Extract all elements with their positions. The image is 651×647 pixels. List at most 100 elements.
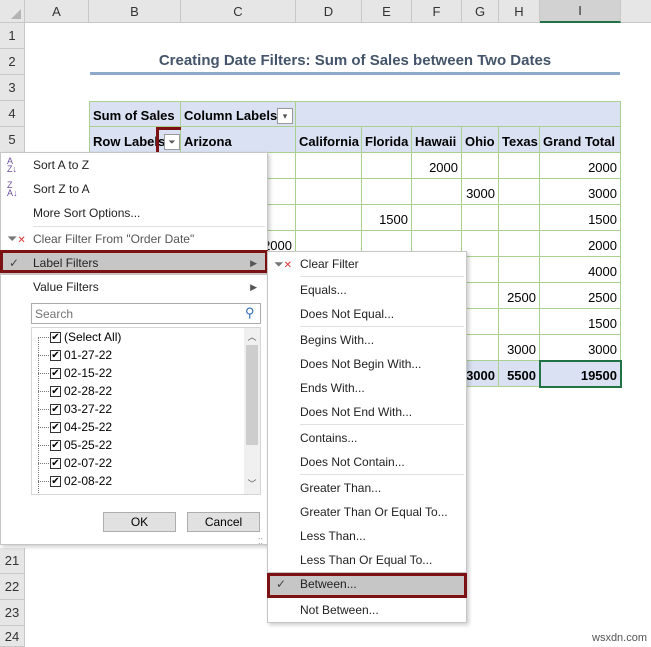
date-list-item[interactable]: ✔ (Select All) [38, 328, 121, 346]
total-row-cell[interactable]: 3000 [462, 361, 499, 387]
date-list-item[interactable]: ✔ 02-07-22 [38, 454, 112, 472]
checkbox-icon[interactable]: ✔ [50, 457, 61, 469]
submenu-item-not-end[interactable]: Does Not End With... [268, 400, 466, 424]
resize-grip-icon[interactable]: ⁚⁚ [258, 537, 263, 546]
row-header-24[interactable]: 24 [0, 626, 25, 647]
pivot-cell[interactable]: 3000 [499, 335, 540, 361]
checkbox-icon[interactable]: ✔ [50, 367, 61, 379]
submenu-item-not-contain[interactable]: Does Not Contain... [268, 450, 466, 474]
pivot-cell[interactable]: 2000 [540, 153, 621, 179]
pivot-cell[interactable] [412, 205, 462, 231]
pivot-cell[interactable]: 1500 [540, 309, 621, 335]
date-list-item[interactable]: ✔ 01-27-22 [38, 346, 112, 364]
pivot-cell[interactable] [462, 153, 499, 179]
pivot-cell[interactable]: 2500 [540, 283, 621, 309]
pivot-cell[interactable] [462, 283, 499, 309]
row-header-23[interactable]: 23 [0, 600, 25, 626]
submenu-item-not-equal[interactable]: Does Not Equal... [268, 302, 466, 326]
date-list-item[interactable]: ✔ 02-08-22 [38, 472, 112, 490]
date-list-item[interactable]: ✔ 02-28-22 [38, 382, 112, 400]
column-header-c[interactable]: C [181, 0, 296, 23]
date-checkbox-list[interactable]: ✔ (Select All) ✔ 01-27-22 ✔ 02-15-22 ✔ 02-28-22… [31, 327, 261, 495]
ok-button[interactable]: OK [103, 512, 176, 532]
submenu-item-equals[interactable]: Equals... [268, 278, 466, 302]
pivot-cell[interactable] [462, 335, 499, 361]
submenu-item-greater-eq[interactable]: Greater Than Or Equal To... [268, 500, 466, 524]
pivot-cell[interactable] [499, 205, 540, 231]
row-header-21[interactable]: 21 [0, 548, 25, 574]
scroll-down-icon[interactable]: ﹀ [244, 477, 260, 490]
pivot-cell[interactable]: 2500 [499, 283, 540, 309]
sort-z-to-a[interactable]: Z A↓ Sort Z to A [1, 177, 267, 201]
date-list-item[interactable]: ✔ 04-25-22 [38, 418, 112, 436]
checkbox-icon[interactable]: ✔ [50, 331, 61, 343]
column-header-g[interactable]: G [462, 0, 499, 23]
pivot-cell[interactable] [296, 179, 362, 205]
pivot-cell[interactable] [499, 257, 540, 283]
checkbox-icon[interactable]: ✔ [50, 421, 61, 433]
pivot-cell[interactable] [462, 205, 499, 231]
row-header-4[interactable]: 4 [0, 101, 25, 127]
row-header-1[interactable]: 1 [0, 23, 25, 49]
submenu-item-greater[interactable]: Greater Than... [268, 476, 466, 500]
checkbox-icon[interactable]: ✔ [50, 403, 61, 415]
value-filters-item[interactable]: Value Filters ▶ [1, 275, 267, 299]
pivot-cell[interactable]: 4000 [540, 257, 621, 283]
pivot-cell[interactable] [362, 153, 412, 179]
checkbox-icon[interactable]: ✔ [50, 385, 61, 397]
checkbox-icon[interactable]: ✔ [50, 439, 61, 451]
checkbox-icon[interactable]: ✔ [50, 349, 61, 361]
column-labels-dropdown-icon[interactable]: ▾ [277, 108, 293, 124]
column-header-j[interactable] [621, 0, 651, 23]
submenu-item-contains[interactable]: Contains... [268, 426, 466, 450]
pivot-cell[interactable] [499, 153, 540, 179]
column-header-d[interactable]: D [296, 0, 362, 23]
scroll-up-icon[interactable]: ︿ [244, 330, 260, 343]
pivot-cell[interactable] [462, 231, 499, 257]
row-header-5[interactable]: 5 [0, 127, 25, 153]
checkbox-icon[interactable]: ✔ [50, 475, 61, 487]
search-input[interactable] [31, 303, 261, 324]
pivot-cell[interactable]: 3000 [462, 179, 499, 205]
submenu-item-ends[interactable]: Ends With... [268, 376, 466, 400]
row-header-22[interactable]: 22 [0, 574, 25, 600]
submenu-item-less[interactable]: Less Than... [268, 524, 466, 548]
pivot-cell[interactable] [462, 257, 499, 283]
pivot-cell[interactable] [296, 205, 362, 231]
pivot-cell[interactable] [462, 309, 499, 335]
pivot-cell[interactable] [499, 179, 540, 205]
pivot-cell[interactable] [499, 309, 540, 335]
total-row-cell[interactable]: 19500 [539, 360, 622, 388]
pivot-cell[interactable]: 1500 [362, 205, 412, 231]
submenu-item-begins[interactable]: Begins With... [268, 328, 466, 352]
row-header-2[interactable]: 2 [0, 49, 25, 75]
pivot-cell[interactable] [296, 153, 362, 179]
scroll-thumb[interactable] [246, 345, 258, 445]
pivot-cell[interactable] [362, 179, 412, 205]
submenu-item-not-between[interactable]: Not Between... [268, 598, 466, 622]
date-list-item[interactable]: ✔ 02-15-22 [38, 364, 112, 382]
sort-a-to-z[interactable]: A Z↓ Sort A to Z [1, 153, 267, 177]
select-all-corner[interactable] [0, 0, 25, 23]
column-header-e[interactable]: E [362, 0, 412, 23]
pivot-cell[interactable] [499, 231, 540, 257]
pivot-cell[interactable] [412, 179, 462, 205]
column-header-h[interactable]: H [499, 0, 540, 23]
submenu-item-less-eq[interactable]: Less Than Or Equal To... [268, 548, 466, 572]
date-list-item[interactable]: ✔ 03-27-22 [38, 400, 112, 418]
list-scrollbar[interactable]: ︿ ﹀ [244, 328, 260, 494]
column-header-i[interactable]: I [540, 0, 621, 23]
clear-filter-order-date[interactable]: ⏷✕ Clear Filter From "Order Date" [1, 227, 267, 251]
total-row-cell[interactable]: 5500 [499, 361, 540, 387]
pivot-cell[interactable]: 3000 [540, 179, 621, 205]
submenu-item-not-begin[interactable]: Does Not Begin With... [268, 352, 466, 376]
date-list-item[interactable]: ✔ 05-25-22 [38, 436, 112, 454]
pivot-cell[interactable]: 1500 [540, 205, 621, 231]
column-header-b[interactable]: B [89, 0, 181, 23]
more-sort-options[interactable]: More Sort Options... [1, 201, 267, 225]
pivot-cell[interactable]: 2000 [540, 231, 621, 257]
column-header-f[interactable]: F [412, 0, 462, 23]
pivot-cell[interactable]: 2000 [412, 153, 462, 179]
cancel-button[interactable]: Cancel [187, 512, 260, 532]
pivot-cell[interactable]: 3000 [540, 335, 621, 361]
